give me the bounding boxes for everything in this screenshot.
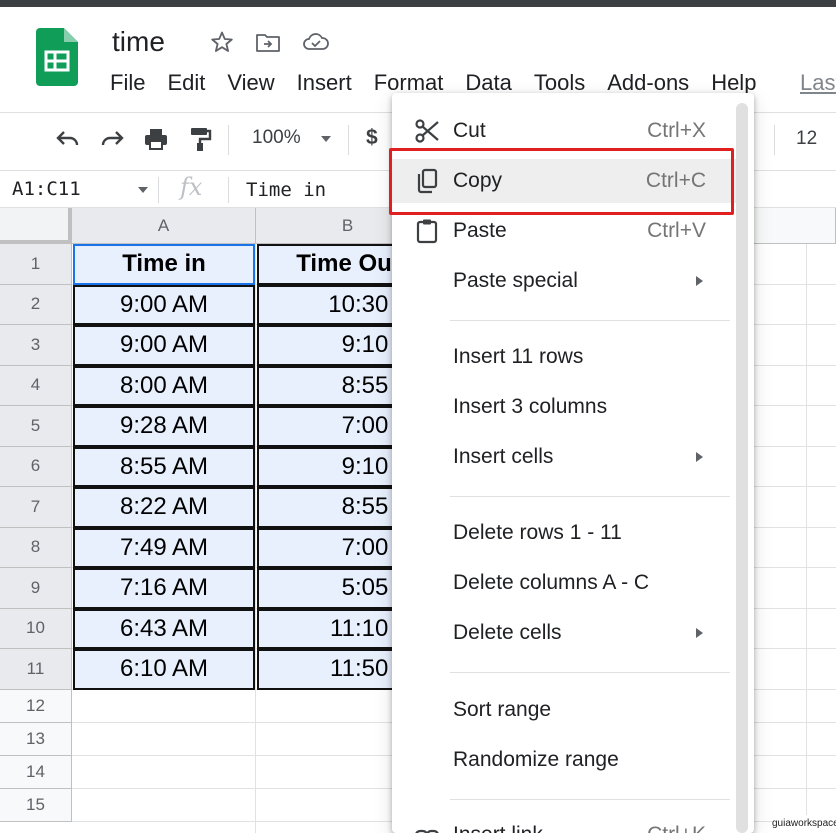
row-header[interactable]: 11 — [0, 649, 72, 690]
clipboard-icon — [414, 218, 440, 244]
link-icon — [414, 822, 440, 833]
row-header[interactable]: 3 — [0, 325, 72, 366]
menu-item-label: Insert cells — [453, 445, 554, 468]
menu-separator — [450, 672, 730, 673]
select-all-corner[interactable] — [0, 208, 72, 244]
menu-view[interactable]: View — [227, 70, 274, 96]
row-header[interactable]: 14 — [0, 755, 72, 789]
menu-item-insert-columns[interactable]: Insert 3 columns — [392, 385, 736, 429]
menu-item-shortcut: Ctrl+X — [647, 119, 706, 142]
menu-item-label: Sort range — [453, 698, 552, 721]
submenu-arrow-icon — [696, 452, 703, 462]
cloud-status-icon[interactable] — [302, 28, 330, 56]
undo-icon[interactable] — [54, 125, 82, 153]
formula-separator — [228, 177, 229, 203]
menu-item-delete-rows[interactable]: Delete rows 1 - 11 — [392, 511, 736, 555]
row-header[interactable]: 6 — [0, 446, 72, 487]
fx-icon: fx — [180, 173, 203, 201]
menu-item-insert-cells[interactable]: Insert cells — [392, 435, 736, 479]
paint-format-icon[interactable] — [186, 125, 214, 153]
table-cell[interactable]: 8:00 AM — [73, 365, 255, 406]
move-to-folder-icon[interactable] — [254, 28, 282, 56]
row-header[interactable]: 8 — [0, 527, 72, 568]
star-icon[interactable] — [208, 28, 236, 56]
row-header[interactable]: 12 — [0, 689, 72, 723]
font-size-input[interactable]: 12 — [796, 128, 817, 150]
submenu-arrow-icon — [696, 628, 703, 638]
menu-item-label: Insert 3 columns — [453, 395, 608, 418]
menu-item-label: Delete cells — [453, 621, 562, 644]
currency-format-button[interactable]: $ — [366, 126, 378, 150]
menu-item-insert-link[interactable]: Insert link Ctrl+K — [392, 813, 736, 833]
row-header[interactable]: 9 — [0, 568, 72, 609]
row-header[interactable]: 7 — [0, 487, 72, 528]
menu-item-sort-range[interactable]: Sort range — [392, 688, 736, 732]
grid-line — [806, 244, 807, 833]
menu-item-shortcut: Ctrl+V — [647, 219, 706, 242]
menu-item-randomize-range[interactable]: Randomize range — [392, 738, 736, 782]
menu-item-label: Paste special — [453, 269, 578, 292]
menu-separator — [450, 799, 730, 800]
zoom-caret-icon[interactable] — [312, 125, 340, 153]
zoom-select[interactable]: 100% — [252, 127, 301, 149]
menu-item-label: Delete columns A - C — [453, 571, 650, 594]
toolbar-separator — [228, 125, 229, 155]
scissors-icon — [414, 118, 440, 144]
menu-edit[interactable]: Edit — [167, 70, 205, 96]
menu-item-label: Paste — [453, 219, 507, 242]
toolbar-separator — [774, 125, 775, 155]
row-header[interactable]: 5 — [0, 406, 72, 447]
menu-item-label: Insert 11 rows — [453, 345, 584, 368]
row-header[interactable]: 13 — [0, 722, 72, 756]
name-box-caret-icon[interactable] — [138, 187, 148, 193]
table-cell[interactable]: 9:00 AM — [73, 325, 255, 366]
table-cell[interactable]: 8:22 AM — [73, 487, 255, 528]
document-title[interactable]: time — [112, 26, 165, 58]
submenu-arrow-icon — [696, 276, 703, 286]
menu-separator — [450, 496, 730, 497]
copy-highlight-box — [389, 148, 734, 215]
table-cell[interactable]: 9:28 AM — [73, 406, 255, 447]
name-box[interactable]: A1:C11 — [12, 178, 81, 200]
menu-item-insert-rows[interactable]: Insert 11 rows — [392, 335, 736, 379]
toolbar-separator — [348, 125, 349, 155]
row-header[interactable]: 15 — [0, 788, 72, 822]
menu-item-cut[interactable]: Cut Ctrl+X — [392, 109, 736, 153]
redo-icon[interactable] — [98, 125, 126, 153]
watermark: guiaworkspace — [772, 815, 836, 833]
table-cell[interactable]: 6:10 AM — [73, 649, 255, 690]
table-cell[interactable]: 9:00 AM — [73, 284, 255, 325]
menu-item-label: Delete rows 1 - 11 — [453, 521, 622, 544]
menu-item-shortcut: Ctrl+K — [647, 823, 706, 833]
table-cell[interactable]: 6:43 AM — [73, 608, 255, 649]
row-header[interactable]: 10 — [0, 608, 72, 649]
table-cell[interactable]: 7:49 AM — [73, 527, 255, 568]
formula-separator — [158, 177, 159, 203]
sheets-logo-icon[interactable] — [36, 28, 78, 86]
header-cell[interactable]: Time in — [73, 244, 255, 285]
menu-insert[interactable]: Insert — [297, 70, 352, 96]
table-cell[interactable]: 8:55 AM — [73, 446, 255, 487]
row-header[interactable]: 4 — [0, 365, 72, 406]
menu-item-delete-columns[interactable]: Delete columns A - C — [392, 561, 736, 605]
column-header-a[interactable]: A — [72, 208, 256, 244]
menu-file[interactable]: File — [110, 70, 145, 96]
print-icon[interactable] — [142, 125, 170, 153]
row-header[interactable]: 2 — [0, 284, 72, 325]
menu-scrollbar[interactable] — [736, 103, 748, 833]
menu-item-delete-cells[interactable]: Delete cells — [392, 611, 736, 655]
grid-line — [255, 244, 256, 833]
last-edit-link[interactable]: Last edit was seconds ago — [800, 70, 836, 96]
menu-item-label: Randomize range — [453, 748, 619, 771]
row-header[interactable]: 1 — [0, 244, 72, 285]
formula-input[interactable]: Time in — [246, 179, 326, 201]
column-header[interactable] — [740, 208, 836, 244]
table-cell[interactable]: 7:16 AM — [73, 568, 255, 609]
menu-item-paste[interactable]: Paste Ctrl+V — [392, 209, 736, 253]
menu-item-label: Cut — [453, 119, 486, 142]
menu-item-paste-special[interactable]: Paste special — [392, 259, 736, 303]
window-top-strip — [0, 0, 836, 7]
menu-item-label: Insert link — [453, 823, 543, 833]
menu-separator — [450, 320, 730, 321]
